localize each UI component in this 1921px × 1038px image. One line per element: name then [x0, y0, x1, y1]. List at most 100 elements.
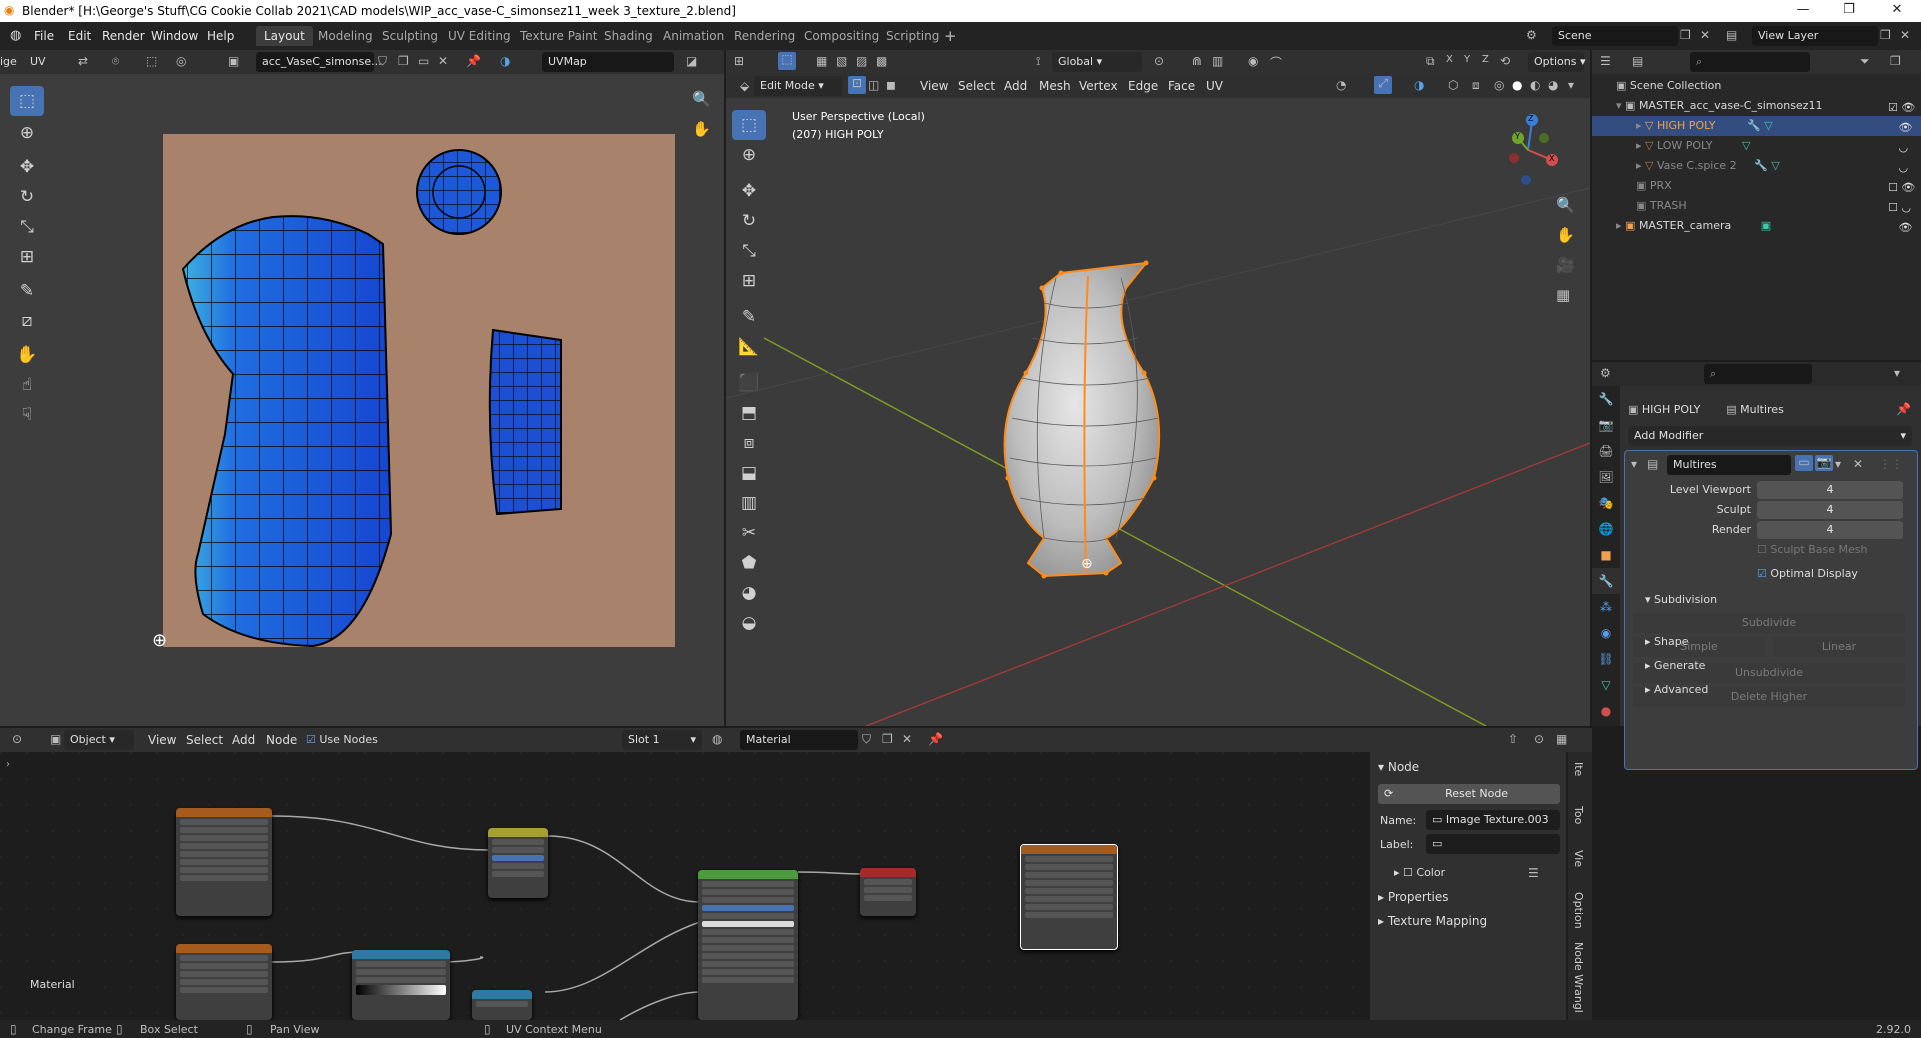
close-window-button[interactable]: ✕ — [1874, 2, 1920, 20]
world-tab-icon[interactable]: 🌐 — [1592, 516, 1620, 542]
tab-item[interactable]: Ite — [1572, 762, 1585, 776]
rotate-tool[interactable]: ↻ — [10, 182, 44, 212]
outliner-editor-icon[interactable]: ☰ — [1600, 54, 1611, 68]
material-fake-user-icon[interactable]: ⛉ — [862, 732, 871, 747]
sync-selection-icon[interactable]: ⇄ — [78, 54, 88, 68]
tab-shading[interactable]: Shading — [596, 26, 661, 46]
color-subpanel[interactable]: ▸ ☐ Color — [1394, 866, 1445, 879]
checkbox-icon[interactable]: ☐ ◡ — [1888, 198, 1918, 218]
relax-tool[interactable]: ☝ — [10, 370, 44, 400]
subdivision-subpanel[interactable]: ▾ Subdivision — [1645, 593, 1717, 606]
menu-file[interactable]: File — [34, 29, 54, 43]
filter-icon[interactable]: ⏷ — [1860, 54, 1870, 69]
minimize-button[interactable]: — — [1780, 2, 1826, 20]
new-scene-icon[interactable]: ❐ — [1680, 28, 1691, 42]
viewport-menu-vertex[interactable]: Vertex — [1079, 79, 1118, 93]
color-presets-icon[interactable]: ☰ — [1528, 866, 1539, 880]
new-collection-icon[interactable]: ❐ — [1890, 54, 1901, 68]
move-tool[interactable]: ✥ — [10, 152, 44, 182]
display-channels-icon[interactable]: ◪ — [686, 54, 697, 68]
parent-node-tree-icon[interactable]: ⇧ — [1508, 732, 1518, 746]
linear-button[interactable]: Linear — [1773, 637, 1905, 657]
viewport-menu-mesh[interactable]: Mesh — [1039, 79, 1071, 93]
collapse-arrow-icon[interactable]: ▾ — [1631, 457, 1637, 471]
viewport-menu-select[interactable]: Select — [958, 79, 995, 93]
transform-tool[interactable]: ⊞ — [10, 242, 44, 272]
image-name-field[interactable]: acc_VaseC_simonse... — [256, 52, 382, 72]
tab-texture-paint[interactable]: Texture Paint — [512, 26, 605, 46]
blender-menu-icon[interactable]: ◍ — [10, 28, 21, 43]
shader-type-dropdown[interactable]: Object ▾ — [64, 730, 134, 750]
viewport-menu-view[interactable]: View — [920, 79, 948, 93]
cursor-tool[interactable]: ⊕ — [10, 118, 44, 148]
image-texture-node-1[interactable] — [176, 808, 272, 916]
tab-sculpting[interactable]: Sculpting — [374, 26, 446, 46]
slot-dropdown[interactable]: Slot 1 ▾ — [622, 730, 702, 750]
map-range-node[interactable] — [472, 990, 532, 1020]
show-in-viewport-icon[interactable]: ▭ — [1795, 455, 1813, 471]
remove-modifier-icon[interactable]: ✕ — [1853, 457, 1863, 471]
uv-menu[interactable]: UV — [30, 55, 46, 68]
pivot-point-icon[interactable]: ⊙ — [1154, 54, 1164, 68]
collection-prx-row[interactable]: ▣ PRX — [1592, 176, 1921, 196]
vertex-select-icon[interactable]: ⊡ — [848, 76, 866, 94]
data-tab-icon[interactable]: ▽ — [1592, 672, 1620, 698]
tab-compositing[interactable]: Compositing — [796, 26, 887, 46]
uv-texture-canvas[interactable] — [163, 134, 675, 648]
rip-tool[interactable]: ⧄ — [10, 306, 44, 336]
viewport-menu-uv[interactable]: UV — [1206, 79, 1223, 93]
checkbox-icon[interactable]: ☐ 👁 — [1888, 178, 1918, 198]
node-panel-title[interactable]: ▾ Node — [1378, 760, 1419, 774]
face-select-icon[interactable]: ◼ — [886, 78, 896, 92]
camera-view-icon[interactable]: 🎥 — [1556, 256, 1575, 274]
menu-edit[interactable]: Edit — [68, 29, 91, 43]
transform-orientation-icon[interactable]: ⟟ — [1036, 54, 1040, 69]
viewport-zoom-icon[interactable]: 🔍 — [1556, 196, 1575, 214]
zoom-icon[interactable]: 🔍 — [692, 90, 711, 108]
select-box-tool[interactable]: ⬚ — [10, 86, 44, 116]
visibility-icon[interactable]: ◔ — [1336, 78, 1346, 92]
image-browse-icon[interactable]: ▣ — [228, 54, 239, 68]
select-extend-icon[interactable]: ▧ — [836, 54, 847, 68]
generate-subpanel[interactable]: ▸ Generate — [1645, 659, 1705, 672]
level-viewport-field[interactable]: 4 — [1757, 481, 1903, 499]
properties-subpanel[interactable]: ▸ Properties — [1378, 890, 1449, 904]
use-nodes-checkbox[interactable]: ☑ Use Nodes — [306, 733, 378, 746]
sculpt-level-field[interactable]: 4 — [1757, 501, 1903, 519]
tab-node-wrangler[interactable]: Node Wrangl — [1572, 942, 1585, 1013]
tab-tool[interactable]: Too — [1572, 806, 1585, 824]
overlay-icon[interactable]: ◑ — [500, 54, 510, 68]
delete-view-layer-icon[interactable]: ✕ — [1900, 28, 1910, 42]
object-vase-spice-row[interactable]: ▸ ▽ Vase C.spice 2 🔧 ▽ — [1592, 156, 1921, 176]
uv-select-mode-icon[interactable]: ⬚ — [146, 54, 157, 68]
view-layer-tab-icon[interactable]: 🖼 — [1592, 464, 1620, 490]
mesh-overlay-icon[interactable]: ⬡ — [1448, 78, 1458, 92]
object-high-poly-row[interactable]: ▸ ▽ HIGH POLY 🔧 ▽ — [1592, 116, 1921, 136]
material-pin-icon[interactable]: 📌 — [928, 732, 943, 746]
add-workspace-icon[interactable]: + — [944, 27, 957, 45]
axis-z-toggle[interactable]: Z — [1482, 54, 1489, 65]
proportional-edit-icon[interactable]: ◎ — [176, 54, 186, 68]
axis-y-toggle[interactable]: Y — [1464, 54, 1470, 65]
add-modifier-dropdown[interactable]: Add Modifier ▾ — [1628, 426, 1912, 446]
node-menu-select[interactable]: Select — [186, 733, 223, 747]
mode-dropdown[interactable]: Edit Mode ▾ — [754, 76, 842, 96]
grab-tool[interactable]: ✋ — [10, 340, 44, 370]
display-mode-icon[interactable]: ▤ — [1632, 54, 1643, 68]
snap-target-icon[interactable]: ▥ — [1212, 54, 1223, 68]
select-new-icon[interactable]: ▦ — [816, 54, 827, 68]
axis-x-toggle[interactable]: X — [1446, 54, 1453, 65]
new-image-icon[interactable]: ❐ — [398, 54, 409, 68]
tab-modeling[interactable]: Modeling — [310, 26, 381, 46]
sculpt-base-mesh-checkbox[interactable]: ☐ Sculpt Base Mesh — [1757, 543, 1867, 556]
snap-icon[interactable]: ⌾ — [112, 54, 119, 69]
node-name-field[interactable]: ▭ Image Texture.003 — [1426, 810, 1560, 830]
principled-bsdf-node[interactable] — [698, 870, 798, 1020]
wireframe-shading-icon[interactable]: ◎ — [1494, 78, 1504, 92]
shading-options-icon[interactable]: ▾ — [1568, 78, 1574, 92]
constraints-tab-icon[interactable]: ⛓ — [1592, 646, 1620, 672]
gizmo-icon[interactable]: ⤢ — [1374, 76, 1392, 94]
tab-rendering[interactable]: Rendering — [726, 26, 803, 46]
node-menu-view[interactable]: View — [148, 733, 176, 747]
rendered-shading-icon[interactable]: ◕ — [1548, 78, 1558, 92]
